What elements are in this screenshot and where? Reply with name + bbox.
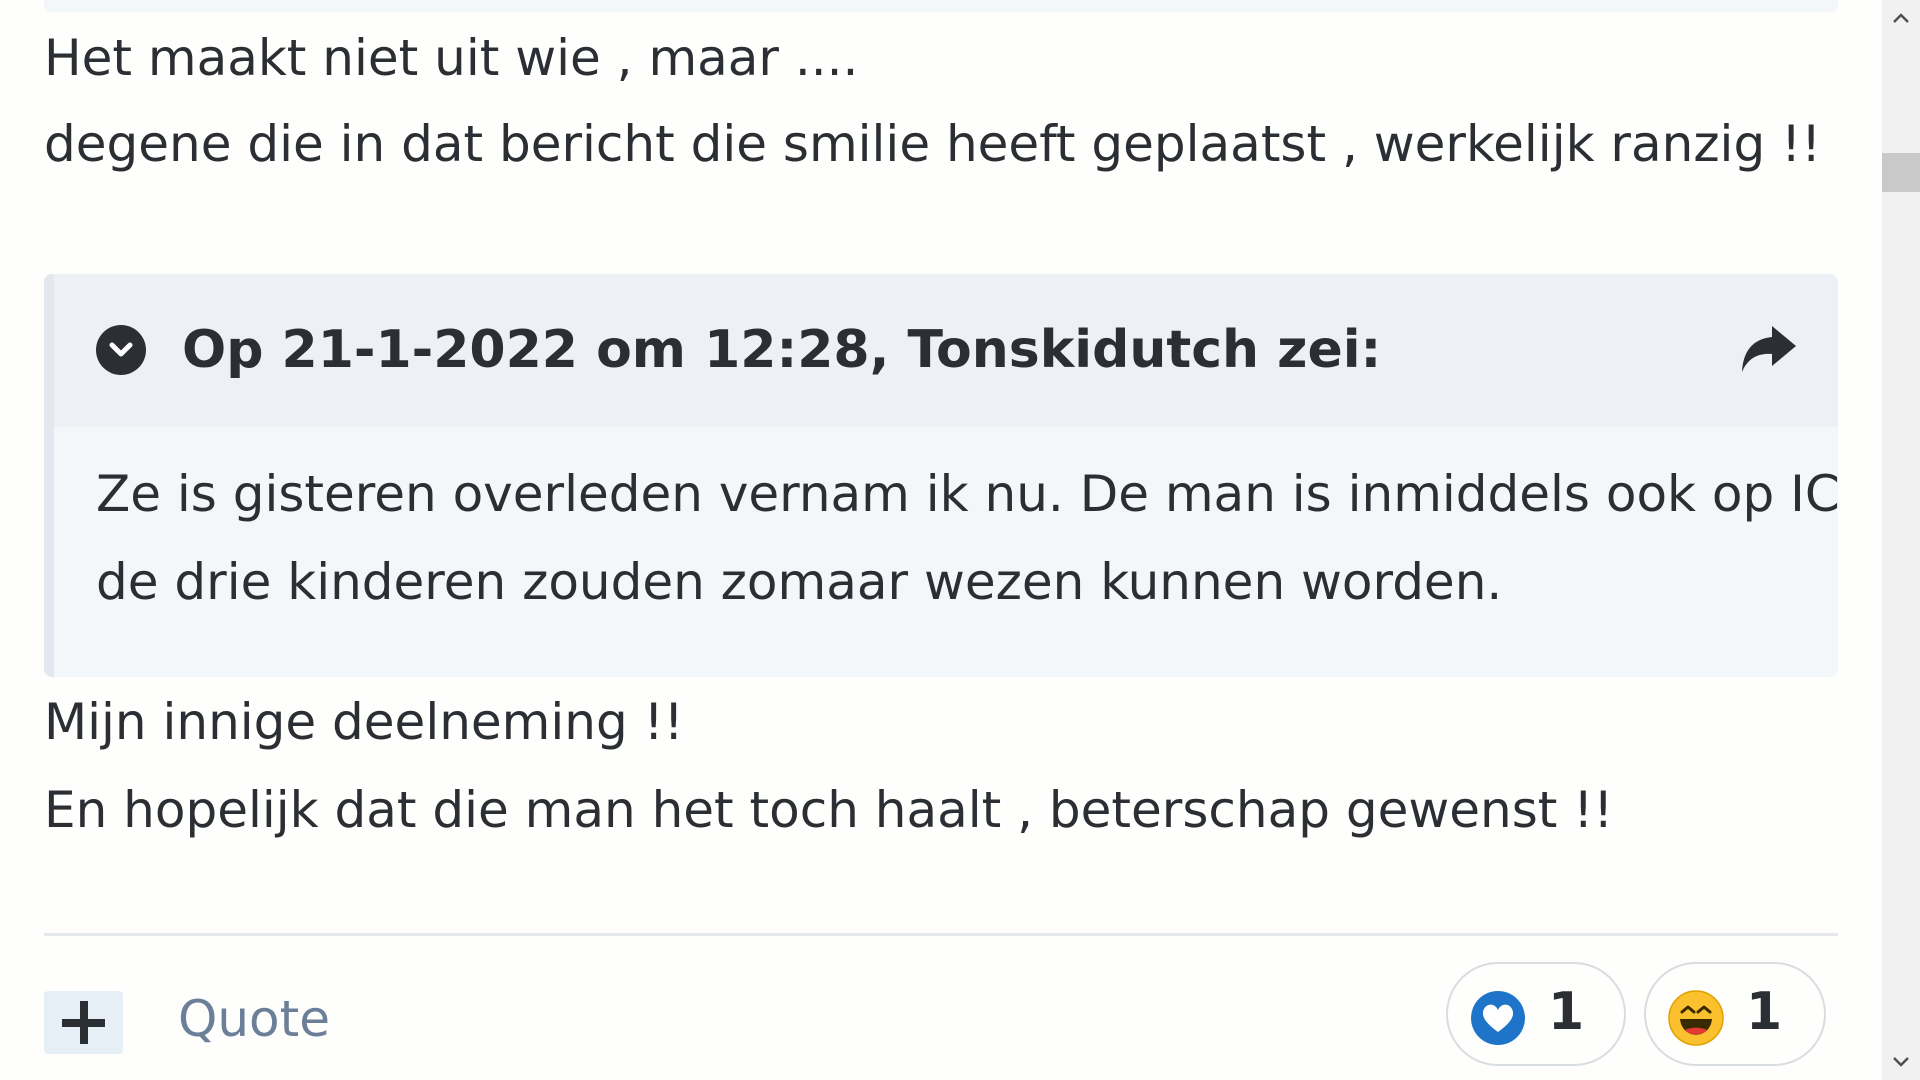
previous-block-edge (44, 0, 1838, 12)
quote-body-line: Ze is gisteren overleden vernam ik nu. D… (96, 465, 1838, 523)
scroll-down-arrow-icon[interactable] (1891, 1052, 1911, 1072)
forum-post-viewport: Het maakt niet uit wie , maar .... degen… (0, 0, 1920, 1080)
vertical-scrollbar[interactable] (1882, 0, 1920, 1080)
post-text-line: Het maakt niet uit wie , maar .... (44, 29, 859, 87)
quote-header[interactable]: Op 21-1-2022 om 12:28, Tonskidutch zei: (54, 274, 1838, 427)
reaction-count: 1 (1548, 982, 1585, 1042)
multi-quote-plus-button[interactable] (44, 991, 123, 1054)
reaction-like-button[interactable]: 1 (1446, 962, 1626, 1066)
post-text-line: Mijn innige deelneming !! (44, 693, 684, 751)
heart-icon (1470, 990, 1526, 1046)
post-text-line: En hopelijk dat die man het toch haalt ,… (44, 781, 1614, 839)
post-footer-divider (44, 933, 1838, 936)
quote-body-line: de drie kinderen zouden zomaar wezen kun… (96, 553, 1503, 611)
quote-attribution[interactable]: Op 21-1-2022 om 12:28, Tonskidutch zei: (182, 308, 1381, 392)
scroll-up-arrow-icon[interactable] (1891, 8, 1911, 28)
quote-body: Ze is gisteren overleden vernam ik nu. D… (96, 450, 1838, 626)
reaction-count: 1 (1746, 982, 1783, 1042)
chevron-down-circle-icon[interactable] (96, 325, 146, 375)
post-text-line: degene die in dat bericht die smilie hee… (44, 115, 1822, 173)
quote-button[interactable]: Quote (178, 984, 330, 1054)
quote-block: Op 21-1-2022 om 12:28, Tonskidutch zei: … (44, 274, 1838, 677)
scrollbar-thumb[interactable] (1882, 153, 1920, 192)
plus-icon-stroke (80, 1001, 88, 1044)
reaction-haha-button[interactable]: 1 (1644, 962, 1826, 1066)
share-arrow-icon[interactable] (1738, 322, 1798, 378)
laughing-face-icon (1668, 990, 1724, 1046)
